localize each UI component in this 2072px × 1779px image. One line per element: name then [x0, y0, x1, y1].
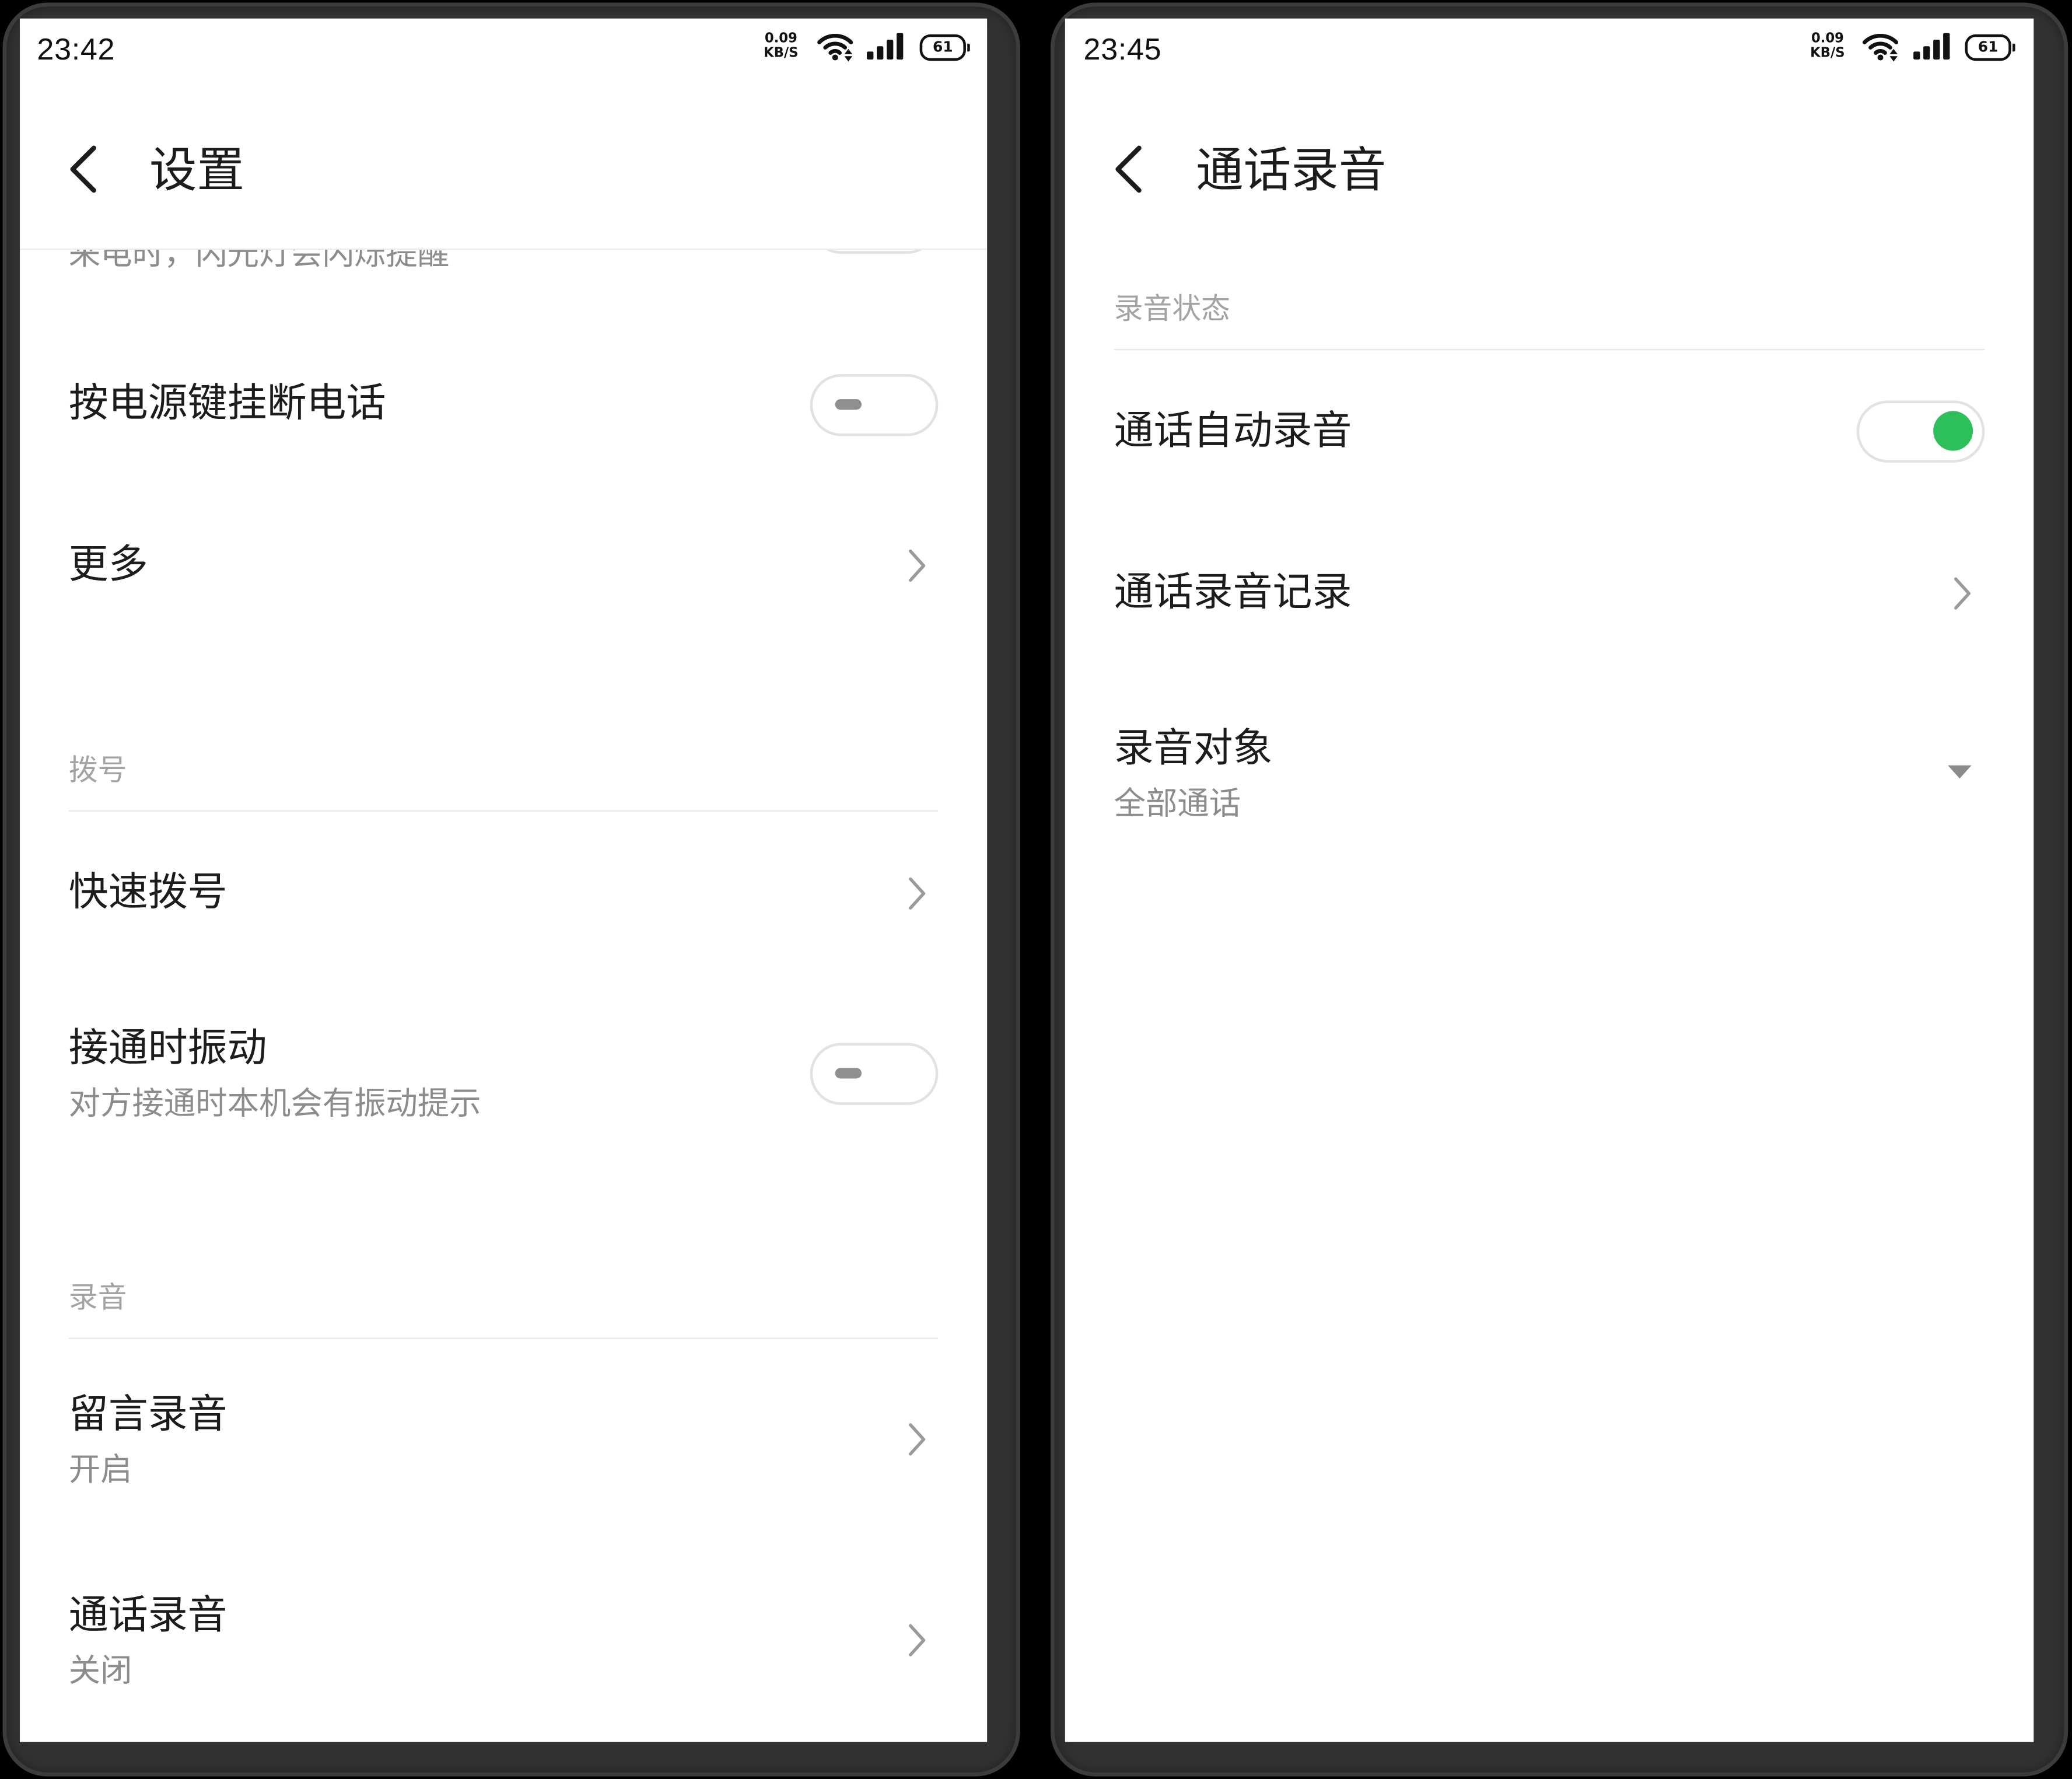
row-title: 通话录音记录 — [1114, 571, 1352, 615]
app-header: 设置 — [20, 19, 987, 249]
row-subtitle: 对方接通时本机会有振动提示 — [68, 1086, 481, 1123]
call-recording-screen: 23:45 0.09 KB/S 61 通话录音 录音状态 通话自动录音 通话录音… — [1065, 18, 2034, 1742]
back-arrow-icon[interactable] — [1114, 145, 1143, 193]
row-title: 留言录音 — [68, 1393, 228, 1437]
chevron-right-icon — [1954, 577, 1971, 610]
row-title: 按电源键挂断电话 — [68, 382, 386, 426]
settings-row-recording-target[interactable]: 录音对象 全部通话 — [1065, 673, 2034, 871]
row-subtitle: 关闭 — [68, 1653, 132, 1690]
toggle-knob — [835, 399, 862, 410]
row-title: 通话自动录音 — [1114, 410, 1352, 453]
row-title: 快速拨号 — [68, 871, 228, 915]
power-key-end-call-toggle[interactable] — [810, 374, 939, 436]
section-divider — [68, 810, 939, 812]
app-header: 通话录音 — [1065, 19, 2034, 249]
section-divider — [1114, 349, 1985, 351]
row-title: 通话录音 — [68, 1593, 228, 1638]
settings-row-call-recording[interactable]: 通话录音 关闭 — [20, 1543, 987, 1741]
chevron-right-icon — [909, 549, 926, 582]
phone-frame-left: 23:42 0.09 KB/S 61 设置 来电时，闪光灯会闪烁提醒 按电源键挂… — [2, 2, 1020, 1777]
chevron-right-icon — [909, 1624, 926, 1656]
settings-screen: 23:42 0.09 KB/S 61 设置 来电时，闪光灯会闪烁提醒 按电源键挂… — [19, 18, 988, 1742]
section-header-recording-status: 录音状态 — [1114, 292, 1231, 326]
settings-row-auto-record-calls[interactable]: 通话自动录音 — [1065, 353, 2034, 512]
section-header-dialing: 拨号 — [68, 753, 127, 787]
settings-row-voicemail-recording[interactable]: 留言录音 开启 — [20, 1341, 987, 1540]
row-title: 接通时振动 — [68, 1027, 267, 1071]
settings-row-speed-dial[interactable]: 快速拨号 — [20, 814, 987, 973]
settings-row-recording-history[interactable]: 通话录音记录 — [1065, 514, 2034, 673]
page-title: 设置 — [149, 142, 245, 197]
call-recording-settings-list[interactable]: 录音状态 通话自动录音 通话录音记录 录音对象 全部通话 — [1065, 250, 2034, 1742]
screenshot-canvas: 23:42 0.09 KB/S 61 设置 来电时，闪光灯会闪烁提醒 按电源键挂… — [0, 0, 2072, 1778]
settings-row-vibrate-on-connect[interactable]: 接通时振动 对方接通时本机会有振动提示 — [20, 973, 987, 1182]
chevron-right-icon — [909, 877, 926, 910]
row-subtitle: 全部通话 — [1114, 786, 1241, 823]
row-subtitle: 来电时，闪光灯会闪烁提醒 — [68, 250, 450, 272]
section-divider — [68, 1337, 939, 1339]
row-title: 录音对象 — [1114, 726, 1273, 771]
phone-frame-right: 23:45 0.09 KB/S 61 通话录音 录音状态 通话自动录音 通话录音… — [1050, 2, 2068, 1777]
row-title: 更多 — [68, 543, 148, 587]
row-subtitle: 开启 — [68, 1452, 132, 1488]
settings-row-power-key-end-call[interactable]: 按电源键挂断电话 — [20, 325, 987, 484]
settings-row-more[interactable]: 更多 — [20, 487, 987, 645]
settings-list[interactable]: 来电时，闪光灯会闪烁提醒 按电源键挂断电话 更多 拨号 快速拨号 接通时振动 对… — [20, 250, 987, 1742]
auto-record-calls-toggle[interactable] — [1856, 400, 1985, 463]
settings-row-flash-alert[interactable]: 来电时，闪光灯会闪烁提醒 — [20, 250, 987, 276]
back-arrow-icon[interactable] — [69, 145, 98, 193]
flash-alert-toggle[interactable] — [810, 250, 939, 254]
section-header-recording: 录音 — [68, 1281, 127, 1314]
toggle-knob — [835, 1068, 862, 1079]
vibrate-on-connect-toggle[interactable] — [810, 1043, 939, 1105]
chevron-right-icon — [909, 1423, 926, 1456]
page-title: 通话录音 — [1196, 142, 1387, 197]
toggle-knob — [1933, 411, 1973, 451]
dropdown-triangle-icon[interactable] — [1948, 765, 1972, 779]
